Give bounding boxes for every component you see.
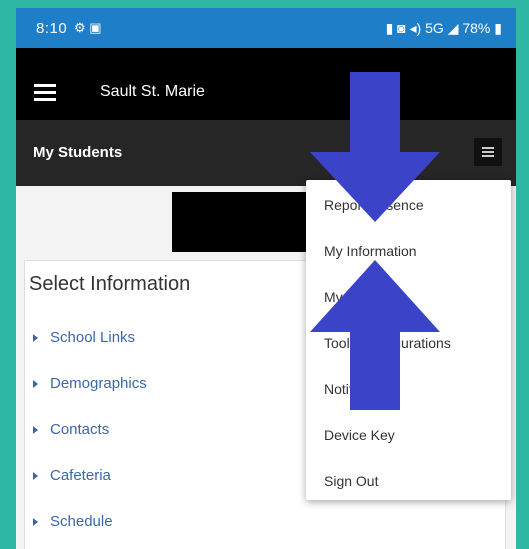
menu-item-device-key[interactable]: Device Key bbox=[324, 427, 395, 443]
list-item-school-links[interactable]: School Links bbox=[33, 329, 135, 346]
status-bar: 8:10 ⚙ ▣ ▮ ◙ ◂) 5G ◢ 78% ▮ bbox=[16, 8, 516, 48]
list-item-label: Schedule bbox=[50, 513, 113, 530]
status-left-icons: ⚙ ▣ bbox=[74, 20, 102, 35]
list-item-label: School Links bbox=[50, 329, 136, 346]
caret-right-icon bbox=[33, 472, 38, 481]
list-item-schedule[interactable]: Schedule bbox=[33, 513, 113, 530]
list-item-label: Cafeteria bbox=[50, 467, 111, 484]
up-arrow-shape bbox=[310, 260, 440, 410]
up-arrow-icon bbox=[310, 260, 440, 410]
signal-icon: ◢ bbox=[447, 20, 459, 36]
status-right: ▮ ◙ ◂) 5G ◢ 78% ▮ bbox=[386, 20, 502, 37]
list-item-demographics[interactable]: Demographics bbox=[33, 375, 147, 392]
battery-icon: ▮ bbox=[494, 20, 502, 36]
caret-right-icon bbox=[33, 334, 38, 343]
caret-right-icon bbox=[33, 518, 38, 527]
status-time: 8:10 bbox=[36, 20, 68, 37]
list-item-cafeteria[interactable]: Cafeteria bbox=[33, 467, 111, 484]
card-heading: Select Information bbox=[29, 273, 191, 295]
page-title: My Students bbox=[33, 144, 123, 161]
overflow-menu-button[interactable] bbox=[474, 138, 502, 166]
app-title: Sault St. Marie bbox=[100, 83, 205, 100]
hamburger-menu-icon[interactable] bbox=[34, 84, 56, 102]
menu-item-sign-out[interactable]: Sign Out bbox=[324, 473, 378, 489]
list-item-contacts[interactable]: Contacts bbox=[33, 421, 109, 438]
down-arrow-shape bbox=[310, 72, 440, 222]
menu-item-my-information[interactable]: My Information bbox=[324, 243, 417, 259]
network-label: 5G bbox=[425, 20, 444, 36]
down-arrow-icon bbox=[310, 72, 440, 222]
battery-percent: 78% bbox=[462, 20, 491, 36]
list-item-label: Contacts bbox=[50, 421, 110, 438]
list-item-label: Demographics bbox=[50, 375, 147, 392]
caret-right-icon bbox=[33, 426, 38, 435]
status-icons: ▮ ◙ ◂) bbox=[385, 20, 426, 36]
caret-right-icon bbox=[33, 380, 38, 389]
